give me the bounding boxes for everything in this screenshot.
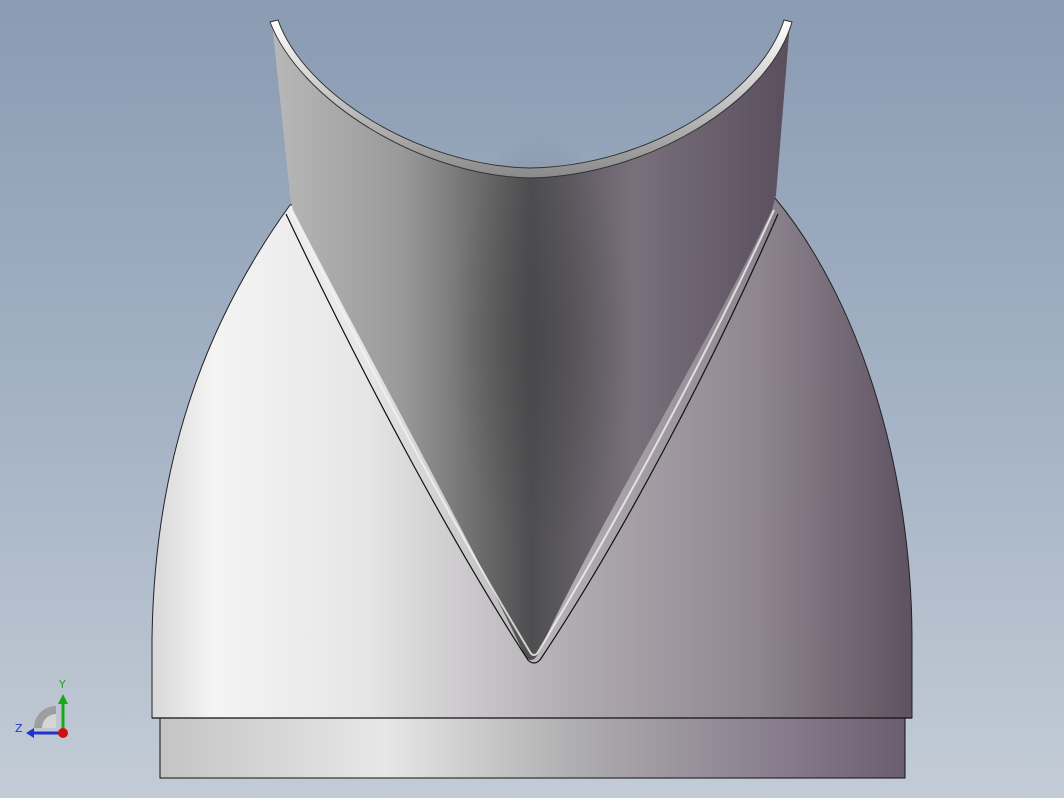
trough-shadow xyxy=(450,130,630,550)
y-axis-label: Y xyxy=(59,678,66,691)
base-band xyxy=(159,717,906,779)
x-axis-dot xyxy=(58,728,68,738)
z-axis-label: Z xyxy=(15,722,23,735)
graphics-viewport[interactable]: Y Z xyxy=(0,0,1064,798)
orientation-triad: Y Z xyxy=(10,676,74,746)
part-model[interactable] xyxy=(0,0,1064,798)
